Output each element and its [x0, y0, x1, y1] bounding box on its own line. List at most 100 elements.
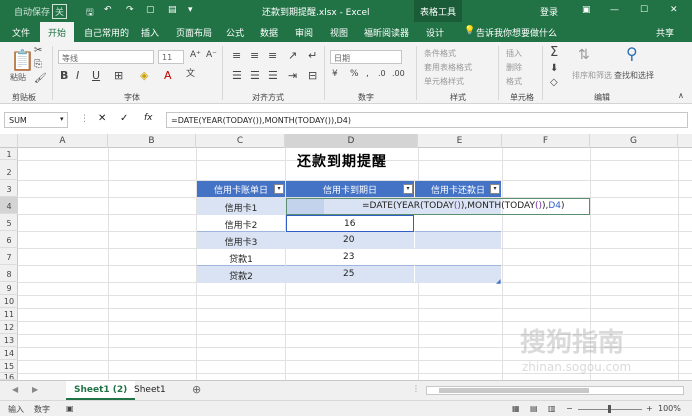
- table-header-c[interactable]: 信用卡账单日 ▾: [197, 181, 285, 197]
- autosum-icon[interactable]: Σ: [550, 46, 558, 59]
- filter-dropdown-icon[interactable]: ▾: [274, 184, 284, 194]
- align-right-icon[interactable]: ☰: [268, 70, 278, 81]
- filter-dropdown-icon[interactable]: ▾: [403, 184, 413, 194]
- tab-view[interactable]: 视图: [330, 26, 348, 39]
- sheet-tab-2[interactable]: Sheet1: [126, 381, 174, 400]
- row-header-7[interactable]: 7: [0, 248, 18, 265]
- table-resize-handle[interactable]: ◢: [496, 278, 501, 285]
- normal-view-icon[interactable]: ▦: [512, 404, 520, 413]
- row-header-8[interactable]: 8: [0, 265, 18, 282]
- column-header-f[interactable]: F: [502, 134, 590, 148]
- number-format-select[interactable]: 日期: [330, 50, 402, 64]
- paste-icon-quick[interactable]: ▤: [168, 5, 177, 15]
- insert-cells-button[interactable]: 插入: [506, 48, 522, 59]
- save-as-icon[interactable]: ▢: [146, 5, 155, 15]
- grow-font-icon[interactable]: A⁺: [190, 51, 201, 60]
- page-layout-view-icon[interactable]: ▤: [530, 404, 538, 413]
- align-left-icon[interactable]: ☰: [232, 70, 242, 81]
- zoom-slider-thumb[interactable]: [608, 405, 611, 413]
- tell-me-search[interactable]: 告诉我你想要做什么: [476, 26, 557, 39]
- table-cell-e6[interactable]: [415, 232, 501, 249]
- column-header-d[interactable]: D: [285, 134, 418, 148]
- add-sheet-icon[interactable]: ⊕: [192, 383, 201, 396]
- insert-function-icon[interactable]: fx: [144, 113, 153, 123]
- cut-icon[interactable]: ✂: [34, 46, 42, 56]
- table-cell-e5[interactable]: [415, 215, 501, 232]
- sort-filter-button[interactable]: 排序和筛选: [572, 70, 612, 81]
- table-format-button[interactable]: 套用表格格式: [424, 62, 472, 73]
- table-cell-c8[interactable]: 贷款2: [197, 266, 285, 283]
- format-painter-icon[interactable]: 🖌: [34, 74, 47, 84]
- table-cell-d6[interactable]: 20: [286, 232, 414, 249]
- indent-icon[interactable]: ⇥: [288, 70, 297, 81]
- currency-icon[interactable]: ¥: [332, 70, 338, 79]
- share-button[interactable]: 共享: [656, 26, 674, 39]
- row-header-6[interactable]: 6: [0, 231, 18, 248]
- zoom-out-icon[interactable]: −: [566, 404, 573, 413]
- tab-page-layout[interactable]: 页面布局: [176, 26, 212, 39]
- row-header-12[interactable]: 12: [0, 321, 18, 334]
- page-break-view-icon[interactable]: ▥: [548, 404, 556, 413]
- decrease-decimal-icon[interactable]: .00: [392, 70, 405, 78]
- horizontal-scrollbar[interactable]: [426, 386, 684, 395]
- table-header-e[interactable]: 信用卡还款日 ▾: [415, 181, 501, 197]
- align-bottom-icon[interactable]: ≡: [268, 50, 277, 61]
- row-header-10[interactable]: 10: [0, 295, 18, 308]
- name-box[interactable]: SUM: [4, 112, 68, 128]
- fill-color-icon[interactable]: ◈: [140, 70, 148, 81]
- collapse-ribbon-icon[interactable]: ∧: [678, 92, 684, 100]
- table-cell-c4[interactable]: 信用卡1: [197, 198, 285, 215]
- cancel-entry-icon[interactable]: ✕: [98, 113, 106, 124]
- delete-cells-button[interactable]: 删除: [506, 62, 522, 73]
- row-header-11[interactable]: 11: [0, 308, 18, 321]
- orientation-icon[interactable]: ↗: [288, 50, 297, 61]
- name-box-dropdown-icon[interactable]: ▾: [60, 115, 64, 123]
- macro-record-icon[interactable]: ▣: [66, 404, 74, 413]
- wrap-text-icon[interactable]: ↵: [308, 50, 317, 61]
- column-header-b[interactable]: B: [108, 134, 196, 148]
- table-header-d[interactable]: 信用卡到期日 ▾: [286, 181, 414, 197]
- scrollbar-thumb[interactable]: [439, 388, 589, 393]
- save-icon[interactable]: 🖫: [86, 5, 94, 21]
- font-size-select[interactable]: 11: [158, 50, 184, 64]
- scroll-last-sheet-icon[interactable]: ▶: [32, 385, 38, 394]
- tab-review[interactable]: 审阅: [295, 26, 313, 39]
- column-header-a[interactable]: A: [18, 134, 108, 148]
- find-select-icon[interactable]: ⚲: [626, 46, 638, 62]
- column-header-g[interactable]: G: [590, 134, 678, 148]
- copy-icon[interactable]: ⎘: [34, 60, 42, 70]
- zoom-level[interactable]: 100%: [658, 404, 681, 413]
- table-cell-d8[interactable]: 25: [286, 266, 414, 283]
- font-name-select[interactable]: 等线: [58, 50, 154, 64]
- minimize-icon[interactable]: —: [610, 5, 619, 15]
- tab-split-icon[interactable]: ⋮: [412, 384, 420, 393]
- table-cell-e8[interactable]: [415, 266, 501, 283]
- tab-data[interactable]: 数据: [260, 26, 278, 39]
- column-header-e[interactable]: E: [418, 134, 502, 148]
- format-cells-button[interactable]: 格式: [506, 76, 522, 87]
- comma-icon[interactable]: ,: [366, 70, 369, 79]
- tab-insert[interactable]: 插入: [141, 26, 159, 39]
- autosave-toggle[interactable]: 关: [52, 4, 68, 19]
- merge-icon[interactable]: ⊟: [308, 70, 317, 81]
- ribbon-display-icon[interactable]: ▣: [582, 5, 591, 15]
- formula-input[interactable]: =DATE(YEAR(TODAY()),MONTH(TODAY()),D4): [166, 112, 688, 128]
- row-header-1[interactable]: 1: [0, 148, 18, 160]
- row-header-5[interactable]: 5: [0, 214, 18, 231]
- redo-icon[interactable]: ↷: [126, 5, 134, 15]
- zoom-in-icon[interactable]: +: [646, 404, 653, 413]
- row-header-9[interactable]: 9: [0, 282, 18, 295]
- customize-icon[interactable]: ▾: [188, 5, 193, 15]
- undo-icon[interactable]: ↶: [104, 5, 112, 15]
- sheet-title[interactable]: 还款到期提醒: [262, 151, 422, 171]
- bold-icon[interactable]: B: [60, 70, 68, 81]
- in-cell-formula[interactable]: =DATE(YEAR(TODAY()),MONTH(TODAY()),D4): [362, 201, 565, 211]
- align-middle-icon[interactable]: ≡: [250, 50, 259, 61]
- shrink-font-icon[interactable]: A⁻: [206, 51, 217, 60]
- tab-design[interactable]: 设计: [426, 26, 444, 39]
- underline-icon[interactable]: U: [92, 70, 100, 81]
- table-cell-c5[interactable]: 信用卡2: [197, 215, 285, 232]
- table-cell-c7[interactable]: 贷款1: [197, 249, 285, 266]
- font-color-icon[interactable]: A: [164, 70, 172, 81]
- phonetic-icon[interactable]: 文: [186, 70, 195, 79]
